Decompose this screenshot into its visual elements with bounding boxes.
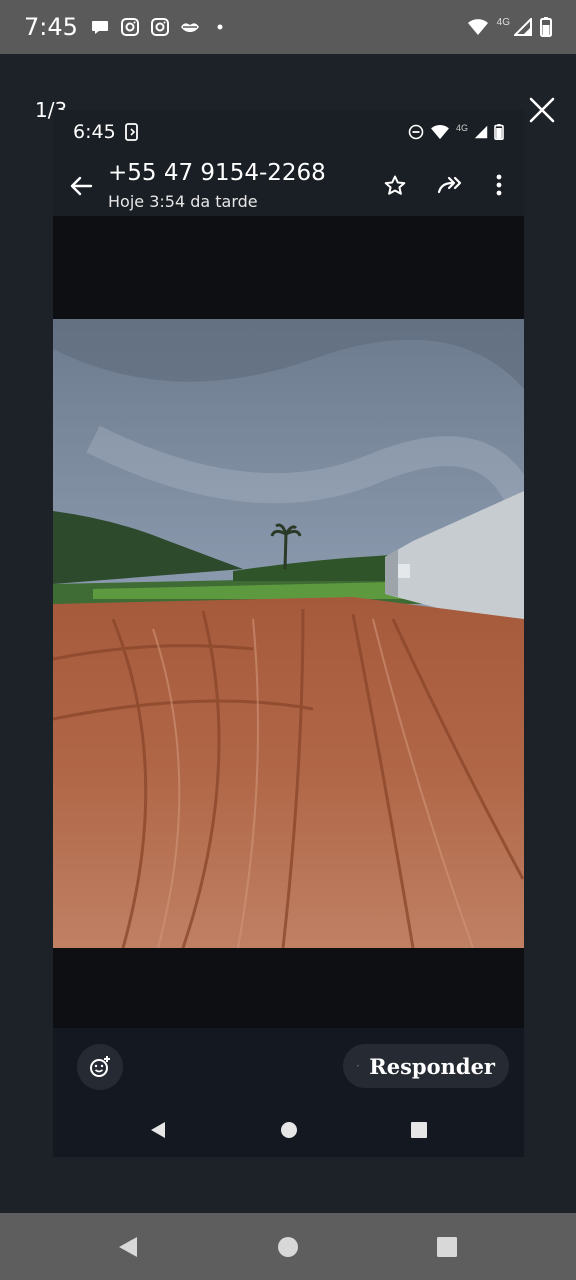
cell-signal-icon — [514, 18, 532, 36]
home-circle-icon[interactable] — [280, 1121, 298, 1139]
home-circle-icon[interactable] — [277, 1236, 299, 1258]
message-timestamp: Hoje 3:54 da tarde — [108, 192, 258, 211]
status-time: 7:45 — [24, 13, 78, 41]
close-icon[interactable] — [528, 96, 556, 124]
recents-square-icon[interactable] — [410, 1121, 428, 1139]
dot-icon — [217, 24, 223, 30]
add-reaction-icon — [90, 1056, 110, 1077]
cell-signal-icon — [474, 125, 488, 139]
navigation-bar — [0, 1213, 576, 1280]
chat-bubble-icon — [91, 21, 108, 34]
instagram-icon — [120, 18, 139, 36]
wifi-icon — [467, 19, 488, 35]
recents-square-icon[interactable] — [436, 1236, 458, 1258]
forward-icon[interactable] — [437, 174, 463, 198]
back-triangle-icon[interactable] — [149, 1120, 167, 1140]
contact-phone-number: +55 47 9154-2268 — [108, 160, 326, 186]
reply-arrow-icon — [357, 1065, 360, 1067]
notification-icons — [90, 17, 230, 37]
inner-status-time: 6:45 — [73, 121, 116, 143]
battery-icon — [494, 124, 504, 140]
network-type-label: 4G — [455, 123, 468, 133]
inner-navigation-bar — [53, 1114, 524, 1154]
star-icon[interactable] — [383, 174, 407, 198]
lips-icon — [180, 23, 199, 32]
network-type-label: 4G — [496, 16, 510, 28]
back-arrow-icon[interactable] — [67, 172, 95, 200]
chat-media-header: +55 47 9154-2268 Hoje 3:54 da tarde — [53, 154, 524, 216]
landscape-photo — [53, 319, 524, 948]
status-bar: 7:45 4G — [0, 0, 576, 54]
do-not-disturb-icon — [408, 124, 424, 140]
image-viewer: 1/3 6:45 4G +55 47 9154-2268 Hoje 3:54 d… — [0, 54, 576, 1213]
battery-icon — [540, 17, 552, 37]
reply-label: Responder — [369, 1053, 495, 1079]
add-reaction-button[interactable] — [77, 1044, 123, 1090]
back-triangle-icon[interactable] — [117, 1235, 139, 1259]
screenshot-image: 6:45 4G +55 47 9154-2268 Hoje 3:54 da ta… — [53, 110, 524, 1157]
more-options-icon[interactable] — [487, 172, 511, 198]
instagram-icon — [150, 18, 169, 36]
media-action-bar: Responder — [53, 1028, 524, 1157]
inner-status-bar: 6:45 4G — [53, 110, 524, 154]
reply-button[interactable]: Responder — [343, 1044, 509, 1088]
wifi-icon — [431, 125, 449, 140]
screenshot-notification-icon — [124, 123, 138, 141]
